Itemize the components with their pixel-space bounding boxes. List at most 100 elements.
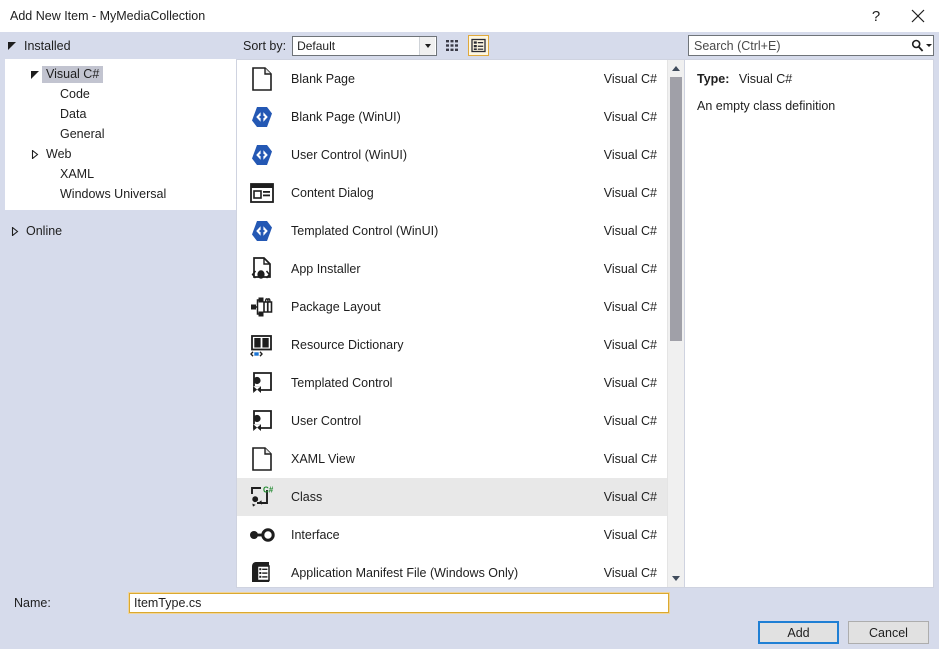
template-list-panel: Blank Page Visual C# Blank Page (WinUI) … — [236, 59, 685, 588]
list-item-language: Visual C# — [603, 148, 657, 162]
list-item-language: Visual C# — [603, 186, 657, 200]
list-item[interactable]: Package Layout Visual C# — [237, 288, 667, 326]
list-item-name: User Control (WinUI) — [291, 148, 407, 162]
sidebar-item-label: Web — [46, 146, 72, 161]
list-item[interactable]: Blank Page Visual C# — [237, 60, 667, 98]
add-new-item-dialog: Add New Item - MyMediaCollection ? Insta… — [0, 0, 939, 649]
page-icon — [249, 446, 275, 472]
sidebar-item-general[interactable]: General — [6, 124, 235, 144]
package-layout-icon — [249, 294, 275, 320]
sidebar-item-online[interactable]: Online — [5, 221, 236, 241]
toolbar: Installed Sort by: Default Search (Ctrl+… — [0, 32, 939, 59]
sidebar-item-data[interactable]: Data — [6, 104, 235, 124]
window-controls: ? — [855, 0, 939, 32]
user-control-icon — [249, 408, 275, 434]
list-item-selected[interactable]: C# Class Visual C# — [237, 478, 667, 516]
list-item[interactable]: Application Manifest File (Windows Only)… — [237, 554, 667, 587]
interface-icon — [249, 522, 275, 548]
list-item-language: Visual C# — [603, 414, 657, 428]
name-label: Name: — [14, 596, 51, 610]
name-input[interactable]: ItemType.cs — [128, 592, 670, 614]
svg-text:C#: C# — [263, 486, 274, 495]
list-item-language: Visual C# — [603, 566, 657, 580]
search-box[interactable]: Search (Ctrl+E) — [688, 35, 934, 56]
sidebar-item-label: General — [60, 126, 105, 141]
search-input[interactable]: Search (Ctrl+E) — [689, 39, 909, 53]
search-dropdown-icon[interactable] — [925, 44, 932, 47]
scroll-down-icon[interactable] — [668, 570, 684, 587]
dialog-footer: Name: ItemType.cs Add Cancel — [0, 588, 939, 649]
page-title: Add New Item - MyMediaCollection — [10, 9, 206, 23]
list-item[interactable]: Templated Control Visual C# — [237, 364, 667, 402]
sidebar-item-label: Data — [60, 106, 87, 121]
list-item-name: Class — [291, 490, 323, 504]
add-button[interactable]: Add — [758, 621, 839, 644]
name-input-value: ItemType.cs — [134, 596, 202, 610]
list-item[interactable]: Resource Dictionary Visual C# — [237, 326, 667, 364]
chevron-collapsed-icon[interactable] — [11, 226, 19, 236]
scroll-up-icon[interactable] — [668, 60, 684, 77]
chevron-expanded-icon[interactable] — [28, 70, 42, 79]
grid-view-icon[interactable] — [442, 35, 463, 56]
list-item-language: Visual C# — [603, 376, 657, 390]
list-item-language: Visual C# — [603, 300, 657, 314]
sort-by-group: Sort by: Default — [243, 35, 438, 56]
content-dialog-icon — [249, 180, 275, 206]
cancel-button[interactable]: Cancel — [848, 621, 929, 644]
detail-type-row: Type: Visual C# — [697, 72, 923, 86]
list-item-language: Visual C# — [603, 72, 657, 86]
sidebar-item-code[interactable]: Code — [6, 84, 235, 104]
help-icon[interactable]: ? — [855, 0, 897, 32]
list-item-name: Application Manifest File (Windows Only) — [291, 566, 519, 580]
installed-section-header[interactable]: Installed — [0, 32, 236, 59]
detail-type-value: Visual C# — [738, 72, 793, 86]
chevron-expanded-icon — [8, 41, 17, 50]
search-icon[interactable] — [909, 36, 933, 55]
list-item-name: Blank Page (WinUI) — [291, 110, 401, 124]
list-item-name: Templated Control — [291, 376, 393, 390]
sidebar-item-visual-csharp[interactable]: Visual C# — [6, 64, 235, 84]
list-item-language: Visual C# — [603, 110, 657, 124]
name-field-row: Name: ItemType.cs — [0, 588, 939, 618]
detail-type-label: Type: — [697, 72, 730, 86]
list-item-name: Content Dialog — [291, 186, 374, 200]
list-item-name: Resource Dictionary — [291, 338, 404, 352]
scrollbar-track[interactable] — [668, 77, 684, 570]
sort-by-label: Sort by: — [243, 38, 287, 53]
installed-tree: Visual C# Code Data General Web XAML Win… — [5, 59, 236, 210]
footer-button-group: Add Cancel — [758, 621, 929, 644]
scrollbar-thumb[interactable] — [670, 77, 682, 341]
detail-description: An empty class definition — [697, 99, 836, 113]
list-item-name: User Control — [291, 414, 362, 428]
sidebar-item-web[interactable]: Web — [6, 144, 235, 164]
list-item[interactable]: Interface Visual C# — [237, 516, 667, 554]
app-installer-icon — [249, 256, 275, 282]
sidebar-item-xaml[interactable]: XAML — [6, 164, 235, 184]
list-scrollbar[interactable] — [667, 60, 684, 587]
list-item[interactable]: App Installer Visual C# — [237, 250, 667, 288]
sidebar-item-label: XAML — [60, 166, 95, 181]
close-icon[interactable] — [897, 0, 939, 32]
list-item[interactable]: Templated Control (WinUI) Visual C# — [237, 212, 667, 250]
sidebar-item-windows-universal[interactable]: Windows Universal — [6, 184, 235, 204]
list-view-icon[interactable] — [468, 35, 490, 56]
chevron-collapsed-icon[interactable] — [28, 149, 42, 159]
sort-by-value: Default — [297, 38, 336, 53]
sort-by-select[interactable]: Default — [292, 35, 438, 56]
sidebar-item-label: Visual C# — [42, 65, 104, 83]
list-item[interactable]: User Control Visual C# — [237, 402, 667, 440]
list-item[interactable]: Content Dialog Visual C# — [237, 174, 667, 212]
list-item-name: Package Layout — [291, 300, 381, 314]
list-item[interactable]: User Control (WinUI) Visual C# — [237, 136, 667, 174]
title-bar: Add New Item - MyMediaCollection ? — [0, 0, 939, 32]
list-item[interactable]: Blank Page (WinUI) Visual C# — [237, 98, 667, 136]
details-panel: Type: Visual C# An empty class definitio… — [685, 59, 934, 588]
manifest-file-icon — [249, 560, 275, 586]
chevron-down-icon — [419, 36, 436, 55]
list-item[interactable]: XAML View Visual C# — [237, 440, 667, 478]
list-item-language: Visual C# — [603, 528, 657, 542]
list-item-language: Visual C# — [603, 490, 657, 504]
sidebar-item-label: Windows Universal — [60, 186, 167, 201]
list-item-language: Visual C# — [603, 338, 657, 352]
winui-hex-icon — [249, 218, 275, 244]
